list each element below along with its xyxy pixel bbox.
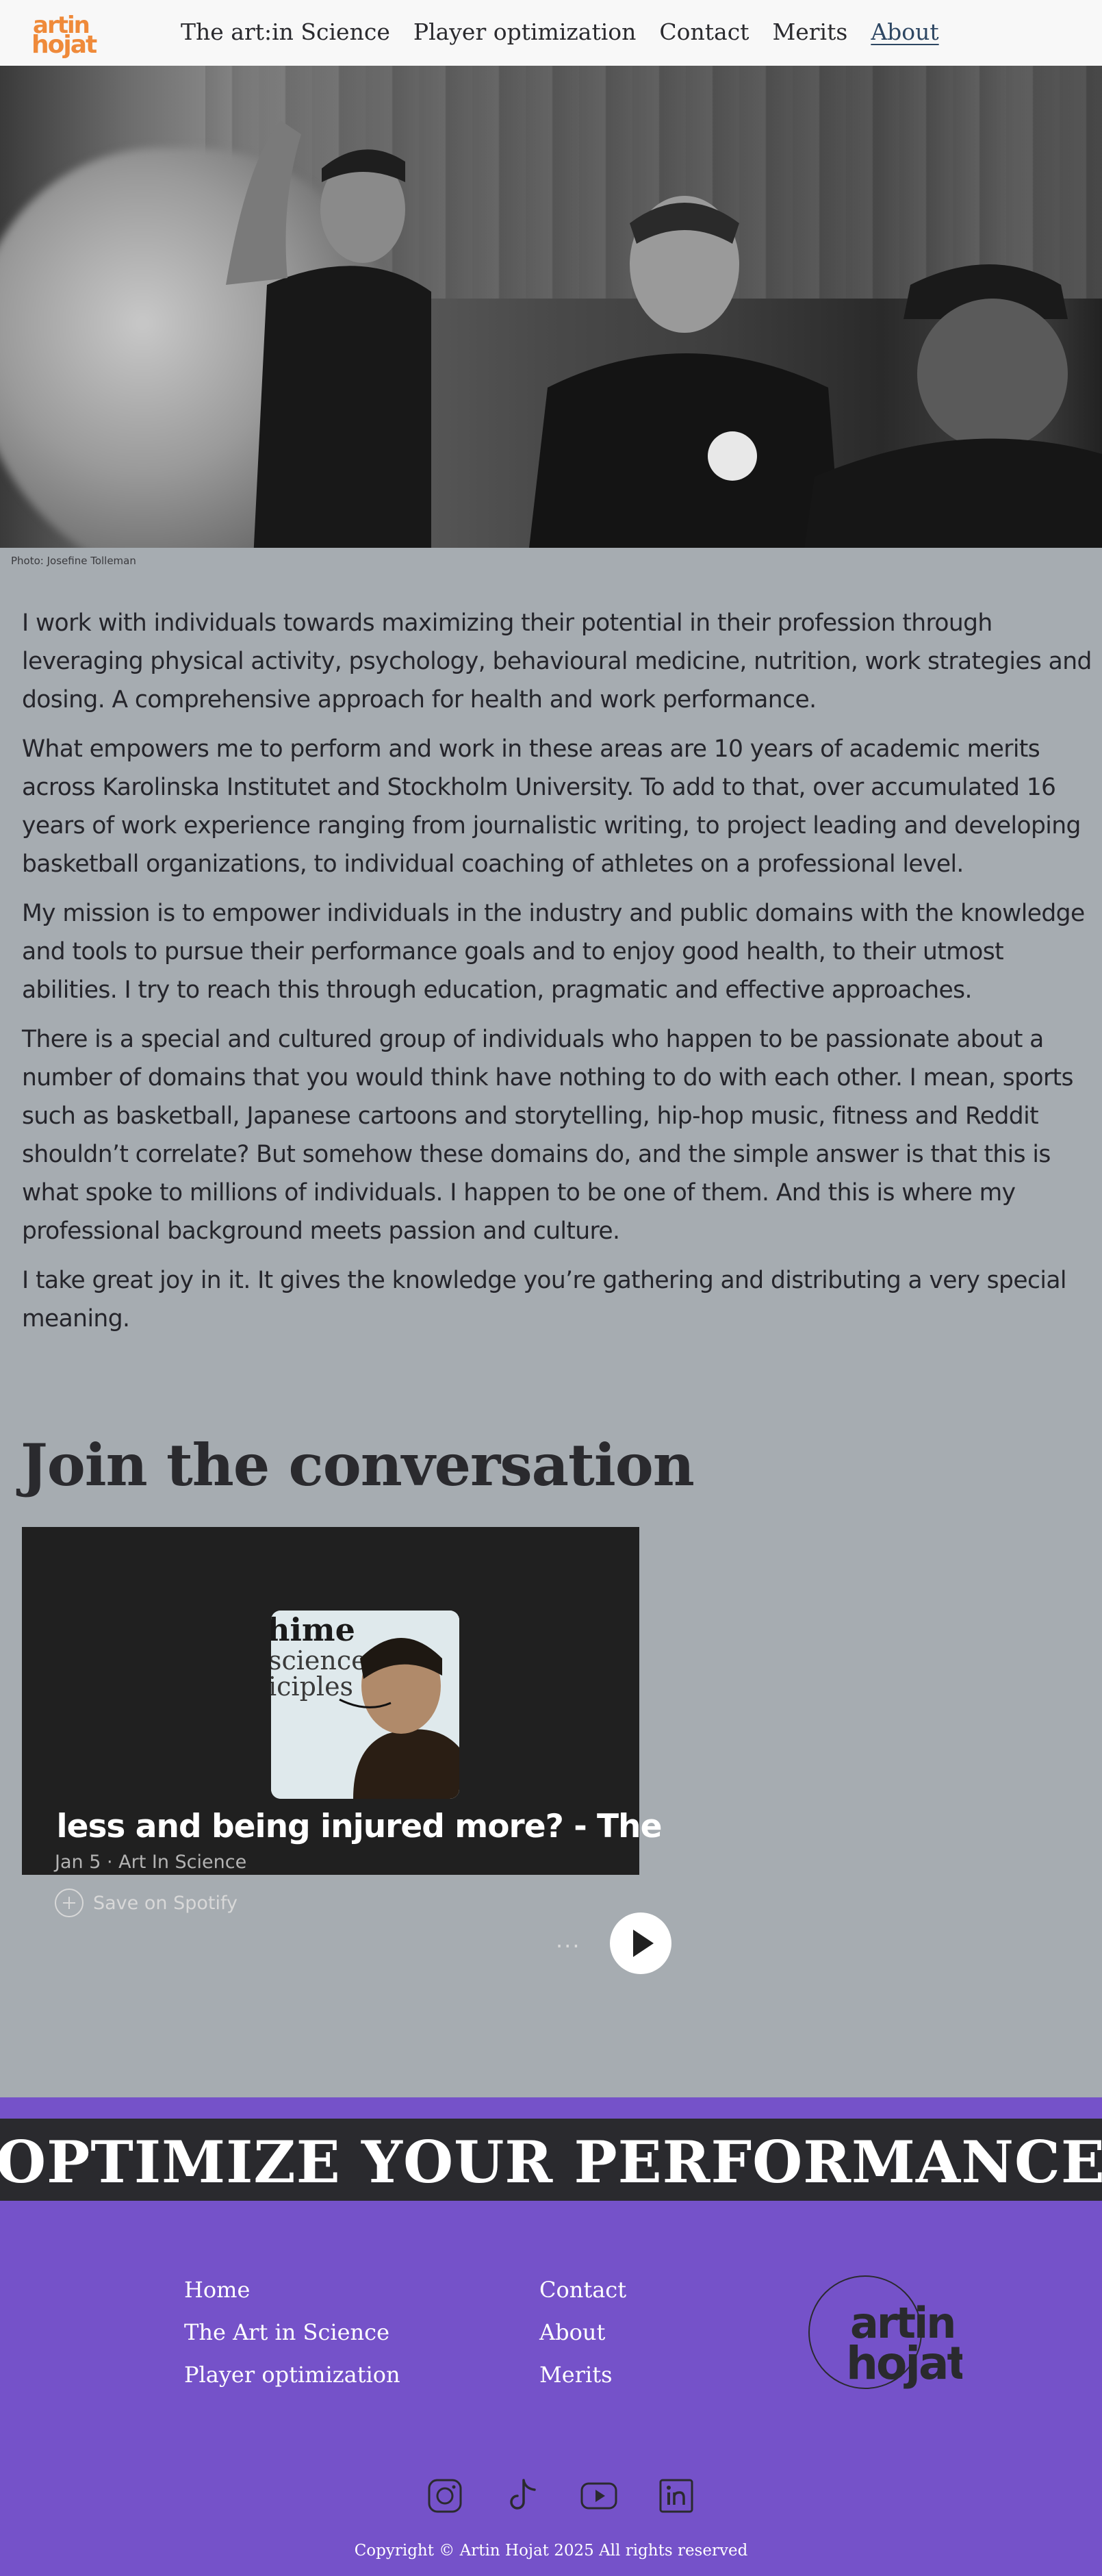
nav-link-player-optimization[interactable]: Player optimization — [413, 18, 637, 45]
save-on-spotify-label: Save on Spotify — [93, 1892, 238, 1914]
site-header: artin hojat The art:in Science Player op… — [0, 0, 1102, 66]
instagram-icon[interactable] — [426, 2477, 463, 2514]
plus-circle-icon — [55, 1889, 84, 1917]
episode-title[interactable]: ng less and being injured more? - The Bi… — [55, 1808, 671, 1856]
main-nav: The art:in Science Player optimization C… — [181, 18, 962, 45]
linkedin-icon[interactable] — [658, 2477, 695, 2514]
episode-cover-art: hime science iciples in — [271, 1611, 459, 1799]
footer-link-contact[interactable]: Contact — [539, 2269, 626, 2311]
footer-links-column-2: Contact About Merits — [539, 2269, 626, 2396]
tiktok-icon[interactable] — [503, 2477, 540, 2514]
footer-link-player-optimization[interactable]: Player optimization — [184, 2353, 400, 2396]
article-paragraph: I work with individuals towards maximizi… — [22, 609, 1092, 714]
hero-person-left — [226, 121, 431, 548]
marquee-text: OPTIMIZE YOUR PERFORMANCE OPTIMIZE YOUR … — [0, 2128, 1102, 2196]
hero-photo — [0, 66, 1102, 548]
article-paragraph: My mission is to empower individuals in … — [22, 900, 1085, 1004]
nav-link-about[interactable]: About — [871, 18, 938, 45]
join-heading: Join the conversation — [21, 1431, 695, 1499]
footer-logo-line-2: hojat — [846, 2337, 962, 2390]
hero-person-right — [804, 264, 1102, 548]
article-paragraph: I take great joy in it. It gives the kno… — [22, 1267, 1066, 1333]
article-paragraph: There is a special and cultured group of… — [22, 1026, 1073, 1245]
footer-link-about[interactable]: About — [539, 2311, 626, 2353]
nav-link-art-in-science[interactable]: The art:in Science — [181, 18, 390, 45]
photo-caption: Photo: Josefine Tolleman — [11, 555, 136, 567]
logo[interactable]: artin hojat — [30, 12, 97, 60]
footer-link-art-in-science[interactable]: The Art in Science — [184, 2311, 400, 2353]
svg-text:hime: hime — [271, 1611, 355, 1648]
episode-cover-image: hime science iciples in — [271, 1611, 459, 1799]
logo-line-2: hojat — [31, 31, 97, 59]
footer-link-merits[interactable]: Merits — [539, 2353, 626, 2396]
episode-title-text: ng less and being injured more? - The Bi… — [55, 1808, 671, 1845]
footer-link-home[interactable]: Home — [184, 2269, 400, 2311]
more-options-button[interactable]: ··· — [556, 1935, 581, 1957]
episode-meta: Jan 5 · Art In Science — [55, 1852, 247, 1873]
save-on-spotify-button[interactable]: Save on Spotify — [55, 1889, 238, 1917]
article-paragraph: What empowers me to perform and work in … — [22, 735, 1081, 878]
marquee-band: OPTIMIZE YOUR PERFORMANCE OPTIMIZE YOUR … — [0, 2119, 1102, 2201]
nav-link-merits[interactable]: Merits — [772, 18, 847, 45]
youtube-icon[interactable] — [580, 2477, 617, 2514]
copyright-text: Copyright © Artin Hojat 2025 All rights … — [354, 2542, 748, 2560]
play-button[interactable] — [610, 1912, 671, 1974]
about-article: I work with individuals towards maximizi… — [22, 604, 1097, 1349]
footer-logo[interactable]: artin hojat — [805, 2275, 962, 2391]
footer-links-column-1: Home The Art in Science Player optimizat… — [184, 2269, 400, 2396]
nav-link-contact[interactable]: Contact — [659, 18, 749, 45]
